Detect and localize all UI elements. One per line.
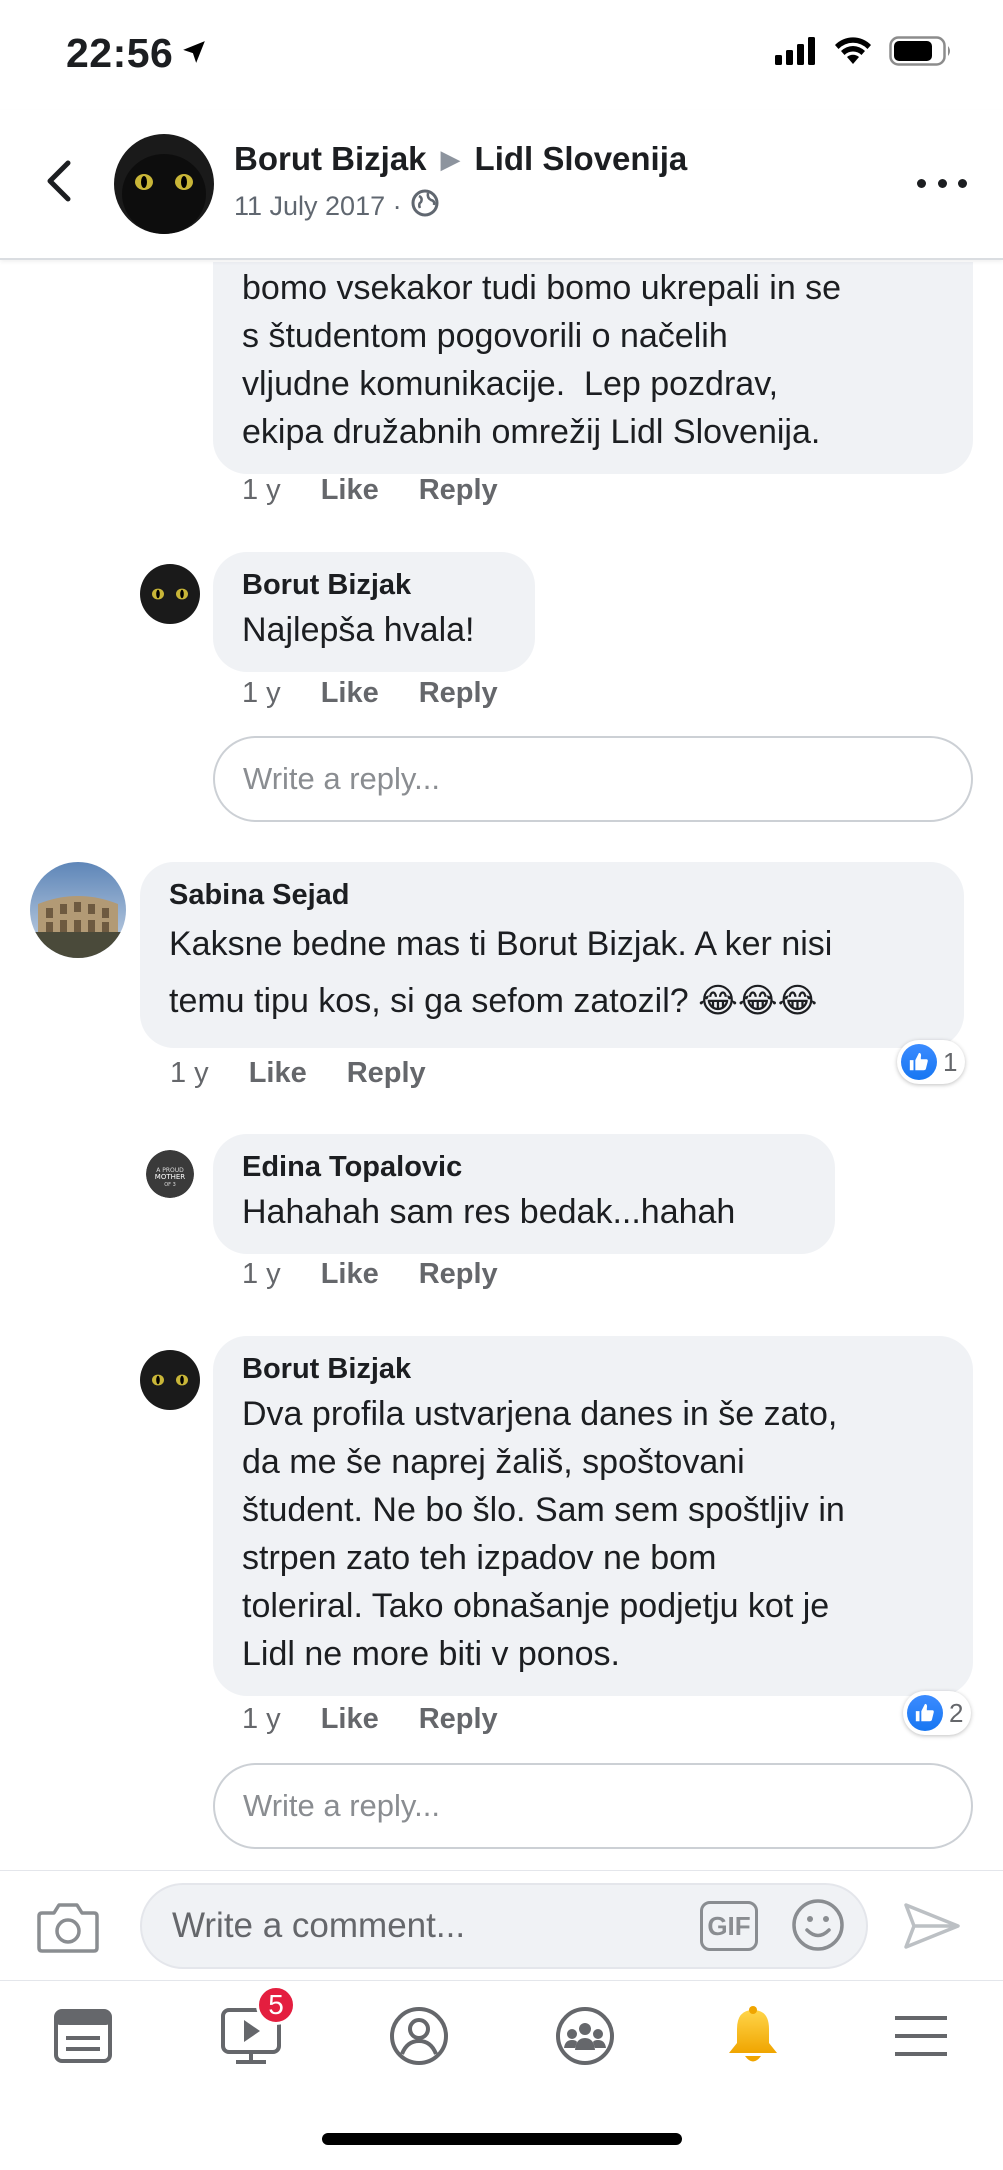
comment-actions: 1 y Like Reply — [242, 677, 498, 710]
comment-text: Kaksne bedne mas ti Borut Bizjak. A ker … — [169, 925, 833, 1020]
comment-bubble: Edina Topalovic Hahahah sam res bedak...… — [213, 1134, 835, 1254]
avatar[interactable]: A PROUD MOTHER OF 3 — [146, 1150, 194, 1198]
like-icon — [907, 1695, 943, 1731]
like-button[interactable]: Like — [321, 1703, 379, 1736]
menu-icon — [893, 2012, 949, 2065]
comment-time[interactable]: 1 y — [242, 1703, 281, 1736]
camera-icon — [36, 1903, 100, 1959]
location-arrow-icon — [181, 28, 207, 75]
comment-author[interactable]: Edina Topalovic — [242, 1148, 806, 1186]
tab-watch[interactable]: 5 — [216, 1985, 296, 2073]
wifi-icon — [833, 36, 873, 71]
comment-time[interactable]: 1 y — [242, 1258, 281, 1291]
comment-time[interactable]: 1 y — [242, 677, 281, 710]
reply-input[interactable]: Write a reply... — [213, 1763, 973, 1849]
status-time: 22:56 — [66, 30, 174, 76]
send-icon — [902, 1903, 962, 1955]
post-header: Borut Bizjak ▶ Lidl Slovenija 11 July 20… — [0, 110, 1003, 260]
reply-button[interactable]: Reply — [419, 1703, 498, 1736]
home-indicator[interactable] — [322, 2133, 682, 2145]
gif-button[interactable]: GIF — [700, 1901, 758, 1951]
like-button[interactable]: Like — [321, 474, 379, 507]
profile-icon — [389, 2006, 449, 2071]
status-bar: 22:56 — [0, 0, 1003, 110]
notifications-icon — [724, 2005, 782, 2072]
battery-icon — [889, 36, 953, 71]
back-button[interactable] — [38, 158, 78, 208]
reaction-badge[interactable]: 2 — [903, 1691, 972, 1735]
comment-time[interactable]: 1 y — [170, 1057, 209, 1090]
notification-badge: 5 — [256, 1985, 296, 2025]
more-options-button[interactable] — [917, 168, 967, 198]
tab-menu[interactable] — [886, 2003, 956, 2073]
reaction-count-text: 2 — [949, 1697, 964, 1728]
tab-news-feed[interactable] — [48, 2003, 118, 2073]
post-title: Borut Bizjak ▶ Lidl Slovenija — [234, 140, 687, 178]
more-icon — [917, 178, 926, 188]
comment-text: bomo vsekakor tudi bomo ukrepali in se s… — [242, 269, 842, 451]
comment-actions: 1 y Like Reply — [242, 1703, 498, 1736]
reply-input[interactable]: Write a reply... — [213, 736, 973, 822]
post-target-page[interactable]: Lidl Slovenija — [475, 140, 688, 178]
comment-author[interactable]: Borut Bizjak — [242, 1350, 944, 1388]
comment-bubble: Borut Bizjak Dva profila ustvarjena dane… — [213, 1336, 973, 1696]
reply-button[interactable]: Reply — [419, 677, 498, 710]
comment-bubble: bomo vsekakor tudi bomo ukrepali in se s… — [213, 262, 973, 474]
reaction-count-text: 1 — [943, 1046, 958, 1077]
tab-profile[interactable] — [384, 2003, 454, 2073]
tab-groups[interactable] — [550, 2003, 620, 2073]
back-chevron-icon — [44, 159, 72, 208]
bottom-tab-bar: 5 — [0, 1980, 1003, 2090]
reply-button[interactable]: Reply — [347, 1057, 426, 1090]
comment-actions: 1 y Like Reply — [242, 474, 498, 507]
svg-text:MOTHER: MOTHER — [155, 1173, 186, 1181]
reaction-badge[interactable]: 1 — [897, 1040, 966, 1084]
avatar[interactable] — [140, 1350, 200, 1410]
post-date[interactable]: 11 July 2017 · — [234, 191, 402, 222]
comment-input[interactable]: Write a comment... — [140, 1883, 868, 1969]
like-button[interactable]: Like — [321, 677, 379, 710]
comment-text: Hahahah sam res bedak...hahah — [242, 1193, 736, 1231]
post-meta: 11 July 2017 · — [234, 188, 440, 225]
signal-icon — [775, 37, 817, 70]
like-button[interactable]: Like — [249, 1057, 307, 1090]
svg-text:OF 3: OF 3 — [164, 1182, 176, 1188]
avatar[interactable] — [114, 134, 214, 234]
camera-button[interactable] — [36, 1899, 100, 1960]
comments-list: bomo vsekakor tudi bomo ukrepali in se s… — [0, 262, 1003, 1870]
comment-text: Dva profila ustvarjena danes in še zato,… — [242, 1395, 845, 1673]
comment-bubble: Sabina Sejad Kaksne bedne mas ti Borut B… — [140, 862, 964, 1048]
post-author[interactable]: Borut Bizjak — [234, 140, 427, 178]
news-feed-icon — [53, 2008, 113, 2069]
avatar[interactable] — [140, 564, 200, 624]
comment-composer: Write a comment... GIF — [0, 1870, 1003, 1980]
tab-notifications[interactable] — [718, 2003, 788, 2073]
comment-actions: 1 y Like Reply — [170, 1057, 426, 1090]
comment-author[interactable]: Borut Bizjak — [242, 566, 506, 604]
comment-text: Najlepša hvala! — [242, 611, 475, 649]
groups-icon — [555, 2006, 615, 2071]
comment-time[interactable]: 1 y — [242, 474, 281, 507]
arrow-right-icon: ▶ — [440, 143, 461, 174]
reply-button[interactable]: Reply — [419, 1258, 498, 1291]
like-icon — [901, 1044, 937, 1080]
avatar[interactable] — [30, 862, 126, 958]
emoji-button[interactable] — [790, 1897, 846, 1958]
comment-author[interactable]: Sabina Sejad — [169, 876, 935, 914]
globe-icon — [410, 188, 440, 225]
like-button[interactable]: Like — [321, 1258, 379, 1291]
send-button[interactable] — [902, 1901, 962, 1956]
reply-button[interactable]: Reply — [419, 474, 498, 507]
emoji-icon — [790, 1899, 846, 1957]
comment-bubble: Borut Bizjak Najlepša hvala! — [213, 552, 535, 672]
comment-actions: 1 y Like Reply — [242, 1258, 498, 1291]
